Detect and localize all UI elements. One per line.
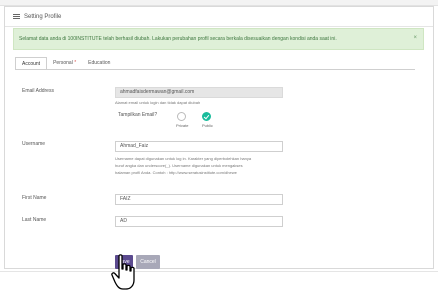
success-alert: Selamat data anda di 100INSTITUTE telah … bbox=[13, 28, 424, 50]
tab-account[interactable]: Account bbox=[15, 57, 48, 69]
panel-header: Setting Profile bbox=[5, 7, 433, 27]
first-name-field[interactable]: FAIZ bbox=[115, 194, 283, 205]
radio-private-label: Private bbox=[176, 123, 189, 128]
list-icon bbox=[13, 13, 20, 20]
profile-tabs: Account Personal * Education bbox=[15, 57, 116, 69]
tab-education[interactable]: Education bbox=[82, 57, 116, 69]
email-help: Alamat email untuk login dan tidak dapat… bbox=[115, 100, 201, 105]
username-field[interactable]: Ahmad_Faiz bbox=[115, 141, 283, 152]
close-icon[interactable]: × bbox=[413, 35, 417, 41]
radio-private[interactable] bbox=[177, 112, 186, 121]
first-name-label: First Name bbox=[22, 195, 47, 201]
panel-title: Setting Profile bbox=[24, 13, 62, 20]
required-marker: * bbox=[74, 60, 77, 66]
tab-personal[interactable]: Personal * bbox=[47, 57, 82, 69]
hand-cursor-icon bbox=[111, 254, 135, 290]
last-name-label: Last Name bbox=[22, 217, 47, 223]
bottom-bar bbox=[0, 271, 438, 291]
email-field: ahmadfaisdermawan@gmail.com bbox=[115, 87, 283, 98]
radio-public-label: Public bbox=[202, 123, 213, 128]
username-label: Username bbox=[22, 141, 46, 147]
username-help-3: halaman profil Anda. Contoh : http://www… bbox=[115, 170, 237, 175]
username-help-2: huruf angka dan underscore(_). Username … bbox=[115, 163, 243, 168]
radio-public[interactable] bbox=[202, 112, 211, 121]
email-label: Email Address bbox=[22, 88, 54, 94]
last-name-field[interactable]: AD bbox=[115, 216, 283, 227]
show-email-label: Tampilkan Email? bbox=[118, 112, 158, 118]
tabs-divider bbox=[15, 69, 415, 70]
alert-message: Selamat data anda di 100INSTITUTE telah … bbox=[19, 36, 337, 42]
username-help-1: Username dapat digunakan untuk log in. K… bbox=[115, 156, 252, 161]
